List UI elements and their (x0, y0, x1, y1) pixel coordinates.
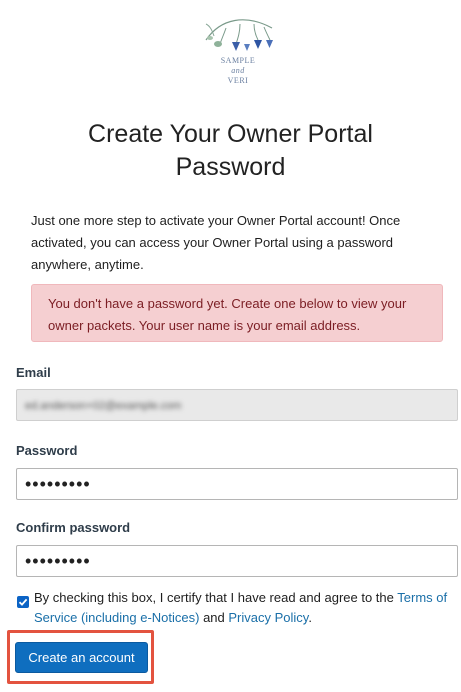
consent-text: By checking this box, I certify that I h… (34, 588, 454, 628)
confirm-password-field[interactable]: ••••••••• (16, 545, 458, 577)
password-value: ••••••••• (25, 474, 91, 494)
page-title-line1: Create Your Owner Portal (88, 120, 373, 148)
email-value: ed.anderson+02@example.com (25, 400, 182, 412)
consent-and: and (199, 610, 229, 625)
consent-checkbox[interactable] (17, 596, 29, 608)
intro-text: Just one more step to activate your Owne… (31, 213, 401, 272)
logo-text-line2: and (231, 66, 245, 75)
confirm-password-value: ••••••••• (25, 551, 91, 571)
password-label: Password (16, 443, 78, 458)
checkmark-icon (18, 598, 28, 606)
logo-text-line1: SAMPLE (220, 56, 256, 65)
consent-suffix: . (308, 610, 312, 625)
logo-text-line3: VERI (227, 76, 249, 85)
consent-prefix: By checking this box, I certify that I h… (34, 590, 398, 605)
password-field[interactable]: ••••••••• (16, 468, 458, 500)
create-account-button[interactable]: Create an account (15, 642, 148, 673)
page-title: Create Your Owner Portal Password (0, 118, 461, 184)
privacy-policy-link[interactable]: Privacy Policy (228, 610, 308, 625)
no-password-alert: You don't have a password yet. Create on… (31, 284, 443, 342)
brand-logo: SAMPLE and VERI (196, 10, 280, 94)
email-field: ed.anderson+02@example.com (16, 389, 458, 421)
confirm-password-label: Confirm password (16, 520, 131, 535)
email-label: Email (16, 365, 51, 380)
page-title-line2: Password (175, 153, 286, 181)
